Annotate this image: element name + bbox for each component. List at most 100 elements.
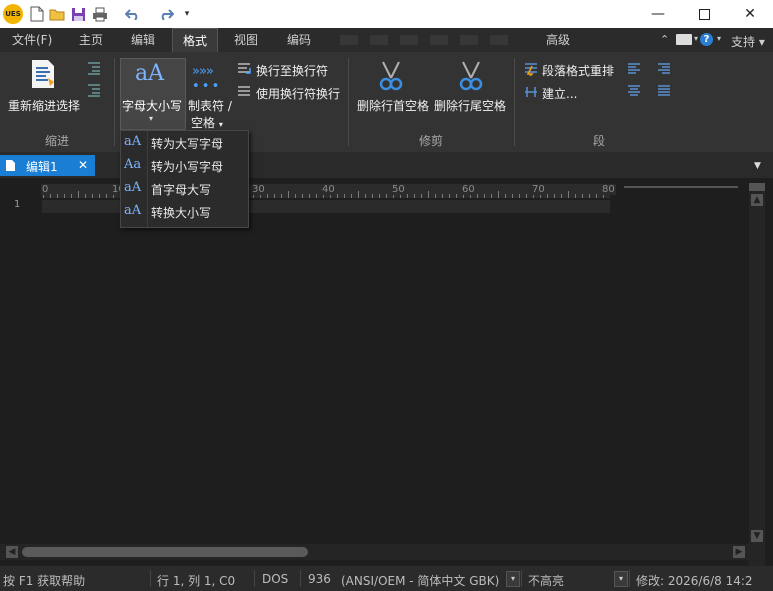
scroll-down-button[interactable]: ▼ (751, 530, 763, 542)
vertical-scrollbar[interactable]: ▲ ▼ (749, 183, 765, 566)
ruler-label: 50 (391, 184, 406, 195)
tab-edit[interactable]: 编辑 (121, 28, 165, 52)
wrap-to-newline-button[interactable]: 换行至换行符 (256, 62, 328, 79)
keyboard-dropdown-icon[interactable]: ▾ (694, 34, 698, 43)
menu-icon-column-divider (147, 131, 148, 227)
align-justify-icon[interactable] (657, 84, 671, 101)
help-dropdown-icon[interactable]: ▾ (717, 34, 721, 43)
keyboard-icon[interactable] (676, 34, 692, 45)
menu-item-label: 转换大小写 (151, 206, 212, 220)
capitalize-icon: aA (124, 180, 142, 195)
tab-advanced[interactable]: 高级 (536, 28, 580, 52)
scroll-right-button[interactable]: ▶ (733, 546, 745, 558)
minimize-button[interactable]: — (635, 0, 681, 28)
status-bar: 按 F1 获取帮助 行 1, 列 1, C0 DOS 936 (ANSI/OEM… (0, 566, 773, 591)
menu-item-label: 转为大写字母 (151, 137, 224, 151)
reindent-button[interactable]: 重新缩进选择 (8, 97, 80, 114)
group-separator (114, 58, 115, 146)
decrease-indent-icon[interactable] (86, 83, 102, 100)
status-position[interactable]: 行 1, 列 1, C0 (157, 572, 235, 589)
tab-home[interactable]: 主页 (69, 28, 113, 52)
menu-item-invert-case[interactable]: aA 转换大小写 (121, 201, 248, 223)
highlight-dropdown-icon[interactable]: ▾ (614, 571, 628, 587)
scroll-up-button[interactable]: ▲ (751, 194, 763, 206)
trim-trailing-button[interactable]: 删除行尾空格 (434, 97, 506, 114)
tab-encoding[interactable]: 编码 (277, 28, 321, 52)
menu-item-label: 首字母大写 (151, 183, 212, 197)
app-logo-icon[interactable]: UES (3, 4, 23, 24)
build-button[interactable]: 建立... (542, 85, 577, 102)
ruler-label: 60 (461, 184, 476, 195)
tab-view[interactable]: 视图 (224, 28, 268, 52)
ruler-extension (624, 186, 738, 188)
status-line-ending[interactable]: DOS (262, 572, 288, 586)
menu-item-lowercase[interactable]: Aa 转为小写字母 (121, 155, 248, 177)
ruler-label: 30 (251, 184, 266, 195)
wrap-to-newline-icon (236, 62, 252, 79)
uppercase-icon: aA (124, 134, 142, 149)
increase-indent-icon[interactable] (86, 61, 102, 78)
menu-item-capitalize[interactable]: aA 首字母大写 (121, 178, 248, 200)
group-label-indent: 缩进 (45, 134, 70, 148)
status-modified: 修改: 2026/6/8 14:2 (636, 574, 753, 588)
ruler-label: 40 (321, 184, 336, 195)
status-codepage[interactable]: 936 (308, 572, 331, 586)
help-icon[interactable]: ? (700, 33, 713, 46)
close-tab-icon[interactable]: ✕ (78, 158, 88, 172)
document-tab-strip: ▼ (0, 152, 773, 178)
build-icon (523, 85, 539, 102)
tabs-spaces-label-2: 空格 (191, 116, 216, 130)
redo-icon[interactable] (157, 5, 175, 23)
status-help: 按 F1 获取帮助 (3, 574, 86, 588)
horizontal-scrollbar[interactable]: ◀ ▶ (0, 544, 749, 560)
ruler-label: 70 (531, 184, 546, 195)
document-icon (5, 159, 16, 175)
title-bar: UES ▾ — ✕ (0, 0, 773, 28)
trim-leading-icon (378, 60, 404, 95)
menu-item-uppercase[interactable]: aA 转为大写字母 (121, 132, 248, 154)
newline-wrap-button[interactable]: 使用换行符换行 (256, 85, 340, 102)
tab-file[interactable]: 文件(F) (2, 28, 62, 52)
support-label: 支持 (731, 35, 756, 49)
case-dropdown-arrow-icon: ▾ (149, 114, 154, 123)
close-button[interactable]: ✕ (727, 0, 773, 28)
case-button[interactable]: aA 字母大小写 ▾ (120, 58, 186, 130)
tab-list-dropdown-icon[interactable]: ▼ (754, 161, 761, 171)
new-file-icon[interactable] (28, 5, 46, 23)
ribbon-panel: 重新缩进选择 缩进 aA 字母大小写 ▾ »»» • • • 制表符 / 空格 ▾… (0, 52, 773, 153)
tab-format[interactable]: 格式 (172, 28, 219, 52)
undo-icon[interactable] (124, 5, 142, 23)
group-label-trim: 修剪 (419, 134, 444, 148)
trim-leading-button[interactable]: 删除行首空格 (357, 97, 429, 114)
tabs-dropdown-arrow-icon: ▾ (218, 120, 223, 129)
align-right-icon[interactable] (657, 62, 671, 79)
invert-case-icon: aA (124, 203, 142, 218)
document-tab-label: 编辑1 (26, 160, 58, 174)
case-icon: aA (135, 61, 165, 86)
status-highlight[interactable]: 不高亮 (528, 572, 564, 589)
print-icon[interactable] (91, 5, 109, 23)
quick-access-dropdown-icon[interactable]: ▾ (178, 5, 196, 23)
ribbon-tab-bar: 文件(F) 主页 编辑 格式 视图 编码 高级 ⌃ ▾ ? ▾ 支持 ▾ (0, 28, 773, 52)
save-icon[interactable] (69, 5, 87, 23)
menu-item-label: 转为小写字母 (151, 160, 224, 174)
open-folder-icon[interactable] (48, 5, 66, 23)
newline-wrap-icon (236, 85, 252, 102)
support-menu[interactable]: 支持 ▾ (731, 33, 765, 50)
group-separator (348, 58, 349, 146)
horizontal-scroll-thumb[interactable] (22, 547, 308, 557)
align-center-icon[interactable] (627, 84, 641, 101)
status-encoding[interactable]: (ANSI/OEM - 简体中文 GBK) (341, 572, 499, 589)
collapse-ribbon-icon[interactable]: ⌃ (660, 33, 669, 46)
scroll-left-button[interactable]: ◀ (6, 546, 18, 558)
align-left-icon[interactable] (627, 62, 641, 79)
maximize-button[interactable] (681, 0, 727, 28)
case-button-label: 字母大小写 (122, 99, 183, 113)
reformat-paragraph-button[interactable]: 段落格式重排 (542, 62, 614, 79)
encoding-dropdown-icon[interactable]: ▾ (506, 571, 520, 587)
reformat-paragraph-icon (523, 62, 539, 79)
document-tab[interactable]: 编辑1 ✕ (0, 155, 95, 176)
tabs-spaces-button[interactable]: 制表符 / (188, 97, 232, 114)
editor-area[interactable] (0, 178, 773, 566)
status-separator (150, 570, 151, 587)
